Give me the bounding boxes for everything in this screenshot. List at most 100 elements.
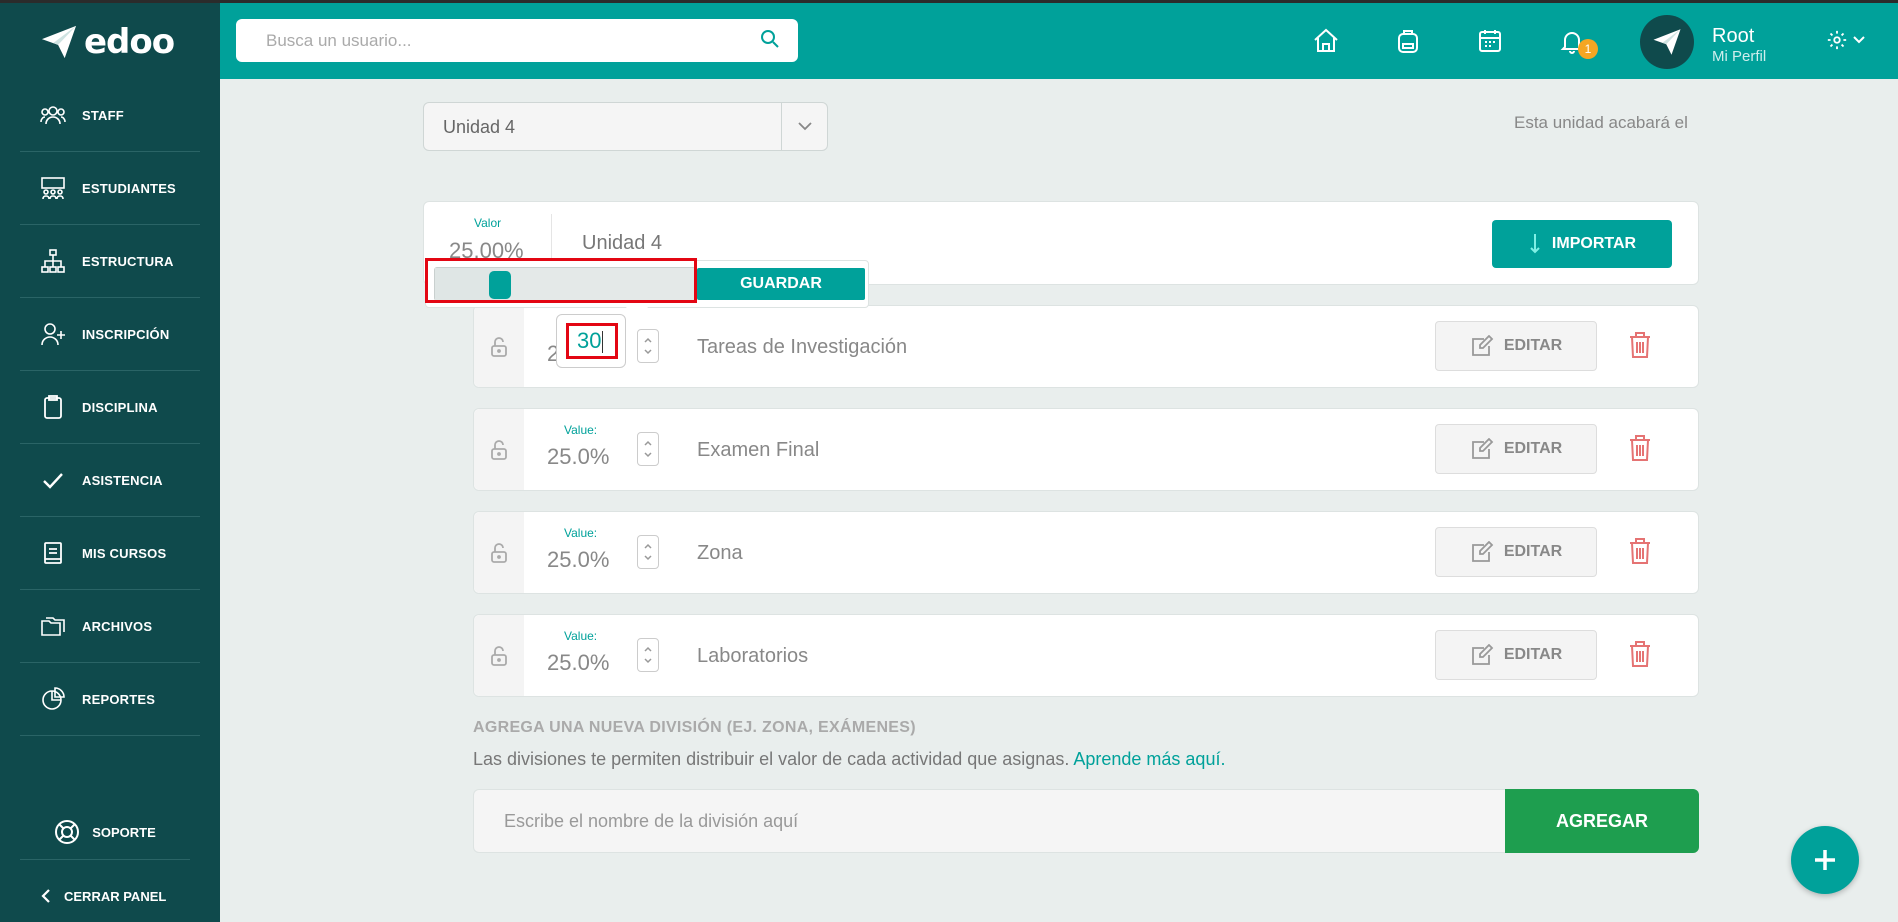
- sidebar-item-disciplina[interactable]: DISCIPLINA: [20, 371, 200, 444]
- trash-icon[interactable]: [1627, 330, 1653, 360]
- edit-icon: [1471, 644, 1494, 665]
- learn-more-link[interactable]: Aprende más aquí.: [1073, 749, 1225, 769]
- import-label: IMPORTAR: [1551, 235, 1637, 252]
- search-input[interactable]: [236, 19, 798, 62]
- support-button[interactable]: SOPORTE: [20, 805, 190, 860]
- import-button[interactable]: IMPORTAR: [1492, 220, 1672, 268]
- division-name: Examen Final: [697, 439, 820, 461]
- division-value[interactable]: 25.0%: [547, 547, 609, 573]
- sidebar-item-estructura[interactable]: ESTRUCTURA: [20, 225, 200, 298]
- edit-button[interactable]: EDITAR: [1435, 527, 1597, 577]
- caret-down-icon: [1853, 36, 1865, 44]
- trash-icon[interactable]: [1627, 536, 1653, 566]
- app-name: edoo: [84, 22, 175, 62]
- value-stepper[interactable]: [637, 535, 659, 569]
- sidebar-nav: STAFF ESTUDIANTES ESTRUCTURA INSCRIPCIÓN…: [0, 79, 220, 736]
- division-value-label: Value:: [564, 629, 598, 643]
- plus-icon: [1815, 850, 1835, 870]
- lock-toggle[interactable]: [474, 512, 524, 593]
- lock-toggle[interactable]: [474, 409, 524, 490]
- sidebar-item-archivos[interactable]: ARCHIVOS: [20, 590, 200, 663]
- value-number-input[interactable]: 30: [556, 314, 626, 368]
- sidebar-item-label: MIS CURSOS: [82, 545, 167, 561]
- support-label: SOPORTE: [92, 824, 156, 840]
- sidebar-item-staff[interactable]: STAFF: [20, 79, 200, 152]
- sidebar-item-asistencia[interactable]: ASISTENCIA: [20, 444, 200, 517]
- select-divider: [781, 103, 782, 150]
- add-button[interactable]: AGREGAR: [1505, 789, 1699, 853]
- edit-button[interactable]: EDITAR: [1435, 424, 1597, 474]
- pie-chart-icon: [42, 687, 65, 710]
- settings-menu[interactable]: [1826, 29, 1866, 51]
- chevron-left-icon: [41, 889, 50, 903]
- division-value[interactable]: 25.0%: [547, 650, 609, 676]
- trash-icon[interactable]: [1627, 433, 1653, 463]
- unlock-icon: [491, 542, 507, 563]
- value-input-highlight[interactable]: 30: [566, 323, 618, 359]
- save-button[interactable]: GUARDAR: [697, 268, 865, 300]
- sidebar-item-label: INSCRIPCIÓN: [82, 326, 170, 342]
- sidebar-item-label: REPORTES: [82, 691, 156, 707]
- sidebar-item-label: ASISTENCIA: [82, 472, 163, 488]
- unit-select[interactable]: Unidad 4: [423, 102, 828, 151]
- add-division-description: Las divisiones te permiten distribuir el…: [473, 749, 1225, 770]
- lock-toggle[interactable]: [474, 615, 524, 696]
- edit-button[interactable]: EDITAR: [1435, 321, 1597, 371]
- sidebar-item-inscripcion[interactable]: INSCRIPCIÓN: [20, 298, 200, 371]
- paper-plane-logo-icon: [41, 25, 77, 59]
- home-icon[interactable]: [1312, 27, 1340, 55]
- user-profile-link[interactable]: Mi Perfil: [1712, 48, 1766, 65]
- division-name: Zona: [697, 542, 743, 564]
- add-division-text: Las divisiones te permiten distribuir el…: [473, 749, 1070, 769]
- value-stepper[interactable]: [637, 329, 659, 363]
- division-row: Value: 25.0% Examen Final EDITAR: [473, 408, 1699, 491]
- division-value-label: Value:: [564, 526, 598, 540]
- floating-add-button[interactable]: [1791, 826, 1859, 894]
- division-value-label: Value:: [564, 423, 598, 437]
- sidebar-item-label: ARCHIVOS: [82, 618, 153, 634]
- stepper-arrows-icon: [644, 543, 652, 561]
- unit-select-value: Unidad 4: [443, 117, 516, 137]
- division-value[interactable]: 25.0%: [547, 444, 609, 470]
- sidebar: edoo STAFF ESTUDIANTES ESTRUCTURA INSCRI…: [0, 0, 1898, 922]
- unit-value-label: Valor: [474, 216, 502, 230]
- division-name-input[interactable]: [473, 789, 1505, 853]
- top-header: 1 Root Mi Perfil: [220, 3, 1898, 79]
- logo[interactable]: edoo: [40, 22, 175, 62]
- classroom-icon: [41, 177, 65, 200]
- edit-label: EDITAR: [1503, 440, 1563, 457]
- close-panel-button[interactable]: CERRAR PANEL: [40, 888, 166, 904]
- value-input-text: 30: [577, 328, 602, 353]
- book-icon: [44, 542, 62, 564]
- trash-icon[interactable]: [1627, 639, 1653, 669]
- close-panel-label: CERRAR PANEL: [64, 888, 167, 904]
- user-name[interactable]: Root: [1712, 25, 1754, 48]
- edit-icon: [1471, 335, 1494, 356]
- division-row: 2 30 Tareas de Investigación EDITAR: [473, 305, 1699, 388]
- unlock-icon: [491, 645, 507, 666]
- value-stepper[interactable]: [637, 432, 659, 466]
- value-stepper[interactable]: [637, 638, 659, 672]
- notification-badge: 1: [1578, 39, 1598, 59]
- division-name: Tareas de Investigación: [697, 336, 908, 358]
- backpack-icon[interactable]: [1394, 27, 1422, 55]
- avatar[interactable]: [1640, 15, 1694, 69]
- sidebar-item-mis-cursos[interactable]: MIS CURSOS: [20, 517, 200, 590]
- edit-icon: [1471, 438, 1494, 459]
- text-caret: [602, 331, 604, 354]
- sidebar-item-reportes[interactable]: REPORTES: [20, 663, 200, 736]
- folders-icon: [41, 617, 65, 636]
- edit-button[interactable]: EDITAR: [1435, 630, 1597, 680]
- stepper-arrows-icon: [644, 646, 652, 664]
- hierarchy-icon: [41, 249, 65, 273]
- calendar-icon[interactable]: [1476, 27, 1504, 55]
- sidebar-item-estudiantes[interactable]: ESTUDIANTES: [20, 152, 200, 225]
- lifebuoy-icon: [55, 820, 80, 844]
- division-row: Value: 25.0% Zona EDITAR: [473, 511, 1699, 594]
- lock-toggle[interactable]: [474, 306, 524, 387]
- stepper-arrows-icon: [644, 440, 652, 458]
- unlock-icon: [491, 336, 507, 357]
- division-name: Laboratorios: [697, 645, 809, 667]
- chevron-down-icon: [798, 122, 812, 131]
- search-icon[interactable]: [760, 29, 780, 49]
